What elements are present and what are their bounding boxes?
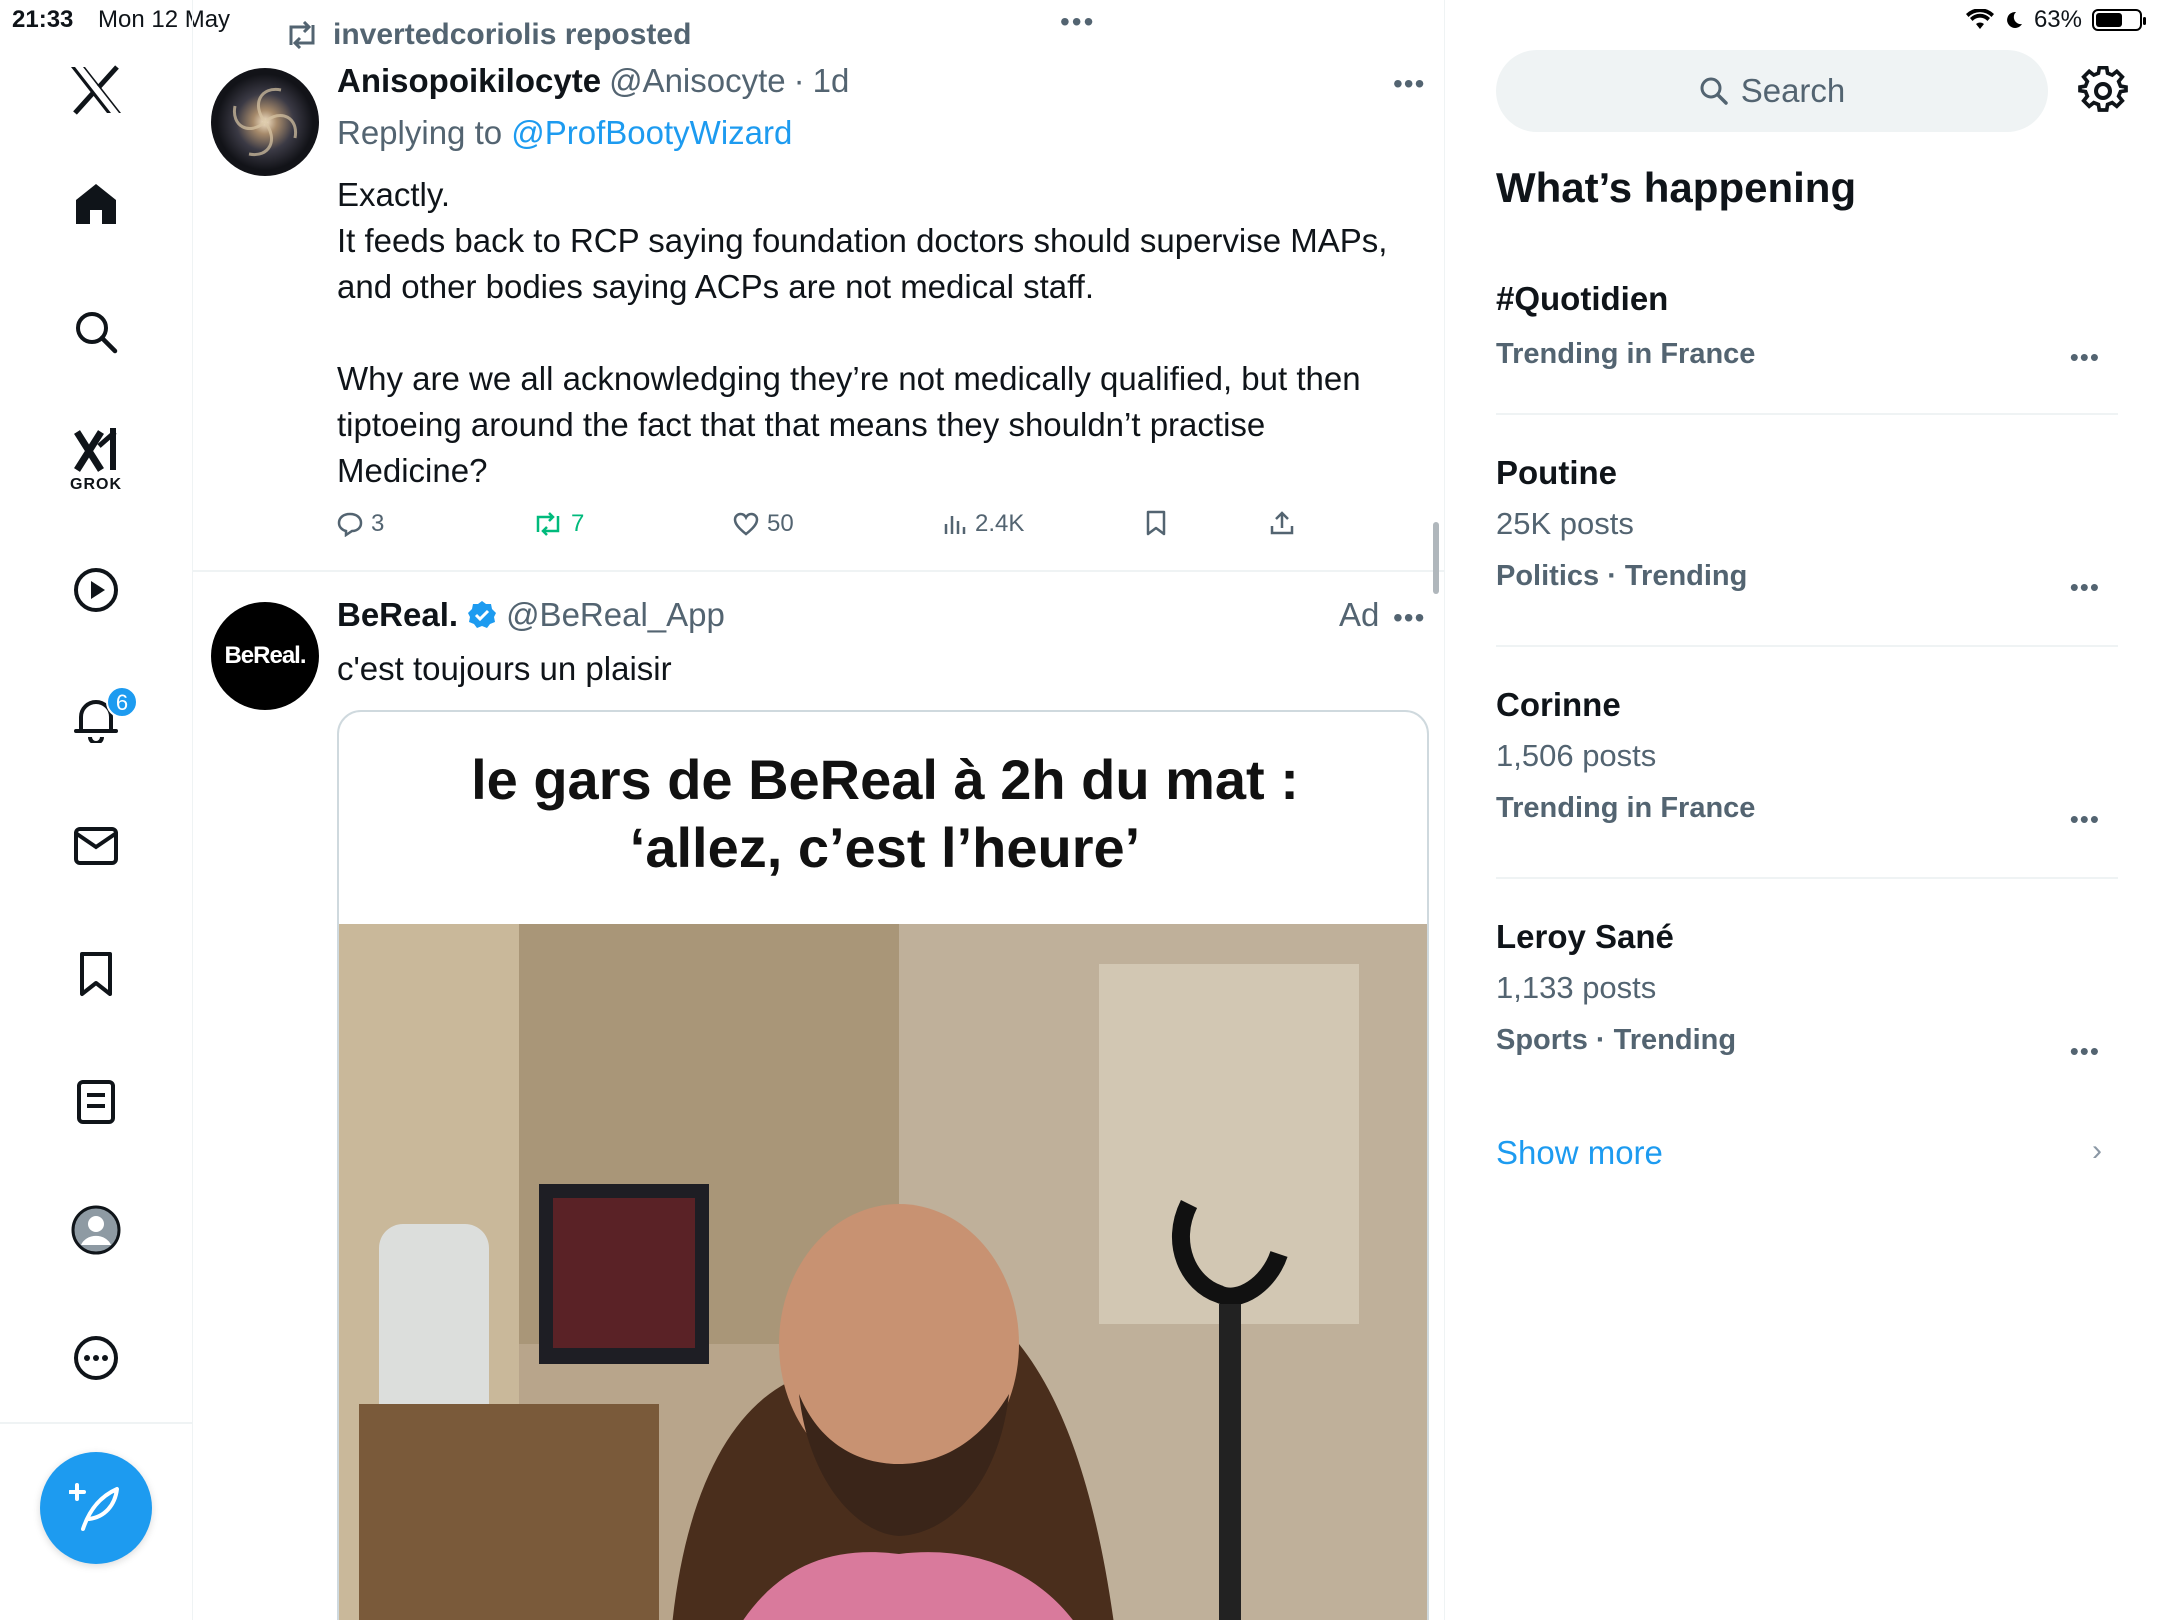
reply-icon bbox=[337, 512, 363, 537]
views-button[interactable]: 2.4K bbox=[943, 510, 1024, 538]
analytics-icon bbox=[944, 516, 966, 534]
author-name[interactable]: Anisopoikilocyte bbox=[337, 62, 601, 100]
search-icon[interactable] bbox=[66, 302, 126, 362]
search-placeholder: Search bbox=[1740, 72, 1846, 109]
trend-title: #Quotidien bbox=[1496, 280, 1669, 317]
profile-icon[interactable] bbox=[66, 1200, 126, 1260]
repost-by[interactable]: invertedcoriolis reposted bbox=[333, 18, 691, 52]
more-circle-icon[interactable] bbox=[66, 1328, 126, 1388]
search-icon bbox=[1700, 77, 1728, 105]
replying-handle-link[interactable]: @ProfBootyWizard bbox=[511, 114, 792, 151]
tweet-more-icon[interactable]: ••• bbox=[1393, 68, 1425, 100]
repost-indicator: invertedcoriolis reposted bbox=[285, 18, 691, 52]
trend-posts: 1,133 posts bbox=[1496, 970, 1657, 1005]
show-more-link[interactable]: Show more bbox=[1496, 1134, 1663, 1172]
grok-icon[interactable] bbox=[66, 420, 126, 480]
trend-title: Leroy Sané bbox=[1496, 918, 1674, 955]
tweet-text: c'est toujours un plaisir bbox=[337, 650, 672, 687]
share-icon bbox=[1270, 511, 1294, 535]
trend-divider bbox=[1496, 877, 2118, 879]
mail-icon[interactable] bbox=[66, 816, 126, 876]
ad-label: Ad bbox=[1339, 596, 1380, 633]
trend-meta: Trending in France bbox=[1496, 792, 1756, 824]
trend-posts: 1,506 posts bbox=[1496, 738, 1657, 773]
repost-icon bbox=[289, 21, 315, 49]
trend-meta: Politics · Trending bbox=[1496, 560, 1748, 592]
like-button[interactable]: 50 bbox=[733, 510, 794, 538]
gear-icon bbox=[2078, 65, 2128, 112]
trend-posts: 25K posts bbox=[1496, 506, 1634, 541]
scrollbar[interactable] bbox=[1433, 522, 1439, 594]
compose-icon bbox=[69, 1483, 119, 1531]
trend-item[interactable]: Leroy Sané 1,133 posts Sports · Trending… bbox=[1496, 918, 2118, 1066]
tweet-more-icon[interactable]: ••• bbox=[1393, 602, 1425, 634]
bereal-avatar-logo: BeReal. bbox=[224, 642, 306, 669]
repost-action-icon bbox=[536, 512, 560, 536]
tweet-time[interactable]: 1d bbox=[813, 62, 850, 100]
trend-meta: Sports · Trending bbox=[1496, 1024, 1737, 1056]
share-button[interactable] bbox=[1269, 510, 1295, 536]
nav-divider bbox=[0, 1422, 193, 1424]
repost-count: 7 bbox=[571, 510, 585, 537]
trend-divider bbox=[1496, 413, 2118, 415]
meme-photo[interactable] bbox=[339, 924, 1429, 1620]
trend-more-icon[interactable]: ••• bbox=[2070, 342, 2100, 373]
tweet-text: Exactly. It feeds back to RCP saying fou… bbox=[337, 176, 1388, 489]
heart-icon bbox=[733, 512, 759, 536]
reply-count: 3 bbox=[371, 510, 385, 537]
trend-title: Corinne bbox=[1496, 686, 1621, 723]
replying-to: Replying to @ProfBootyWizard bbox=[337, 114, 792, 152]
bereal-avatar[interactable]: BeReal. bbox=[211, 602, 319, 710]
media-card[interactable]: le gars de BeReal à 2h du mat : ‘allez, … bbox=[337, 710, 1429, 1620]
home-icon[interactable] bbox=[66, 174, 126, 234]
chevron-right-icon[interactable]: › bbox=[2092, 1134, 2102, 1168]
author-line: BeReal. @BeReal_App bbox=[337, 596, 725, 634]
repost-button[interactable]: 7 bbox=[533, 510, 584, 538]
author-handle[interactable]: @BeReal_App bbox=[506, 596, 725, 634]
trend-item[interactable]: #Quotidien Trending in France ••• bbox=[1496, 280, 2118, 373]
tweet-actions: 3 7 50 2.4K bbox=[337, 510, 1337, 550]
like-count: 50 bbox=[767, 510, 794, 537]
bookmark-action-icon bbox=[1146, 510, 1166, 536]
author-line: Anisopoikilocyte @Anisocyte · 1d bbox=[337, 62, 849, 100]
timeline-feed: invertedcoriolis reposted Anisopoikilocy… bbox=[193, 0, 1445, 1620]
play-icon[interactable] bbox=[66, 560, 126, 620]
reply-button[interactable]: 3 bbox=[337, 510, 384, 538]
bookmark-icon[interactable] bbox=[66, 944, 126, 1004]
replying-prefix: Replying to bbox=[337, 114, 512, 151]
meme-caption: le gars de BeReal à 2h du mat : ‘allez, … bbox=[471, 748, 1299, 879]
right-sidebar: Search What’s happening #Quotidien Trend… bbox=[1446, 0, 2160, 1620]
verified-badge-icon bbox=[468, 601, 497, 628]
list-icon[interactable] bbox=[66, 1072, 126, 1132]
trend-title: Poutine bbox=[1496, 454, 1617, 491]
tweet-divider bbox=[193, 570, 1444, 572]
trend-more-icon[interactable]: ••• bbox=[2070, 804, 2100, 835]
bookmark-button[interactable] bbox=[1145, 510, 1167, 536]
author-handle[interactable]: @Anisocyte bbox=[609, 62, 786, 100]
compose-button[interactable] bbox=[40, 1452, 152, 1564]
whats-happening-heading: What’s happening bbox=[1496, 164, 1857, 211]
author-name[interactable]: BeReal. bbox=[337, 596, 458, 634]
search-input[interactable]: Search bbox=[1496, 50, 2048, 132]
trend-item[interactable]: Corinne 1,506 posts Trending in France •… bbox=[1496, 686, 2118, 834]
view-count: 2.4K bbox=[975, 510, 1025, 537]
x-logo-icon[interactable] bbox=[66, 60, 126, 120]
trend-more-icon[interactable]: ••• bbox=[2070, 1036, 2100, 1067]
notifications-badge: 6 bbox=[106, 686, 138, 718]
trend-more-icon[interactable]: ••• bbox=[2070, 572, 2100, 603]
settings-button[interactable] bbox=[2078, 65, 2128, 116]
grok-label: GROK bbox=[70, 476, 122, 493]
trend-item[interactable]: Poutine 25K posts Politics · Trending ••… bbox=[1496, 454, 2118, 602]
trend-meta: Trending in France bbox=[1496, 338, 1756, 370]
avatar[interactable] bbox=[211, 68, 319, 176]
time-separator: · bbox=[793, 62, 805, 99]
trend-divider bbox=[1496, 645, 2118, 647]
left-nav: GROK 6 bbox=[0, 0, 193, 1620]
